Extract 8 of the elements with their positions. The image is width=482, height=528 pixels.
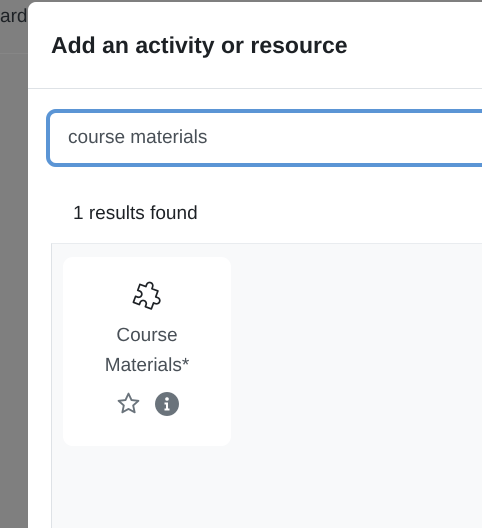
dialog-title: Add an activity or resource bbox=[51, 32, 348, 58]
star-icon[interactable] bbox=[116, 391, 140, 416]
search-field[interactable]: course materials bbox=[46, 109, 482, 167]
results-count: 1 results found bbox=[73, 203, 199, 226]
activity-name: Course Materials* bbox=[104, 324, 190, 378]
activity-card[interactable]: Course Materials* bbox=[63, 257, 231, 446]
page-text: ard bbox=[0, 6, 28, 27]
info-icon[interactable] bbox=[154, 392, 178, 416]
